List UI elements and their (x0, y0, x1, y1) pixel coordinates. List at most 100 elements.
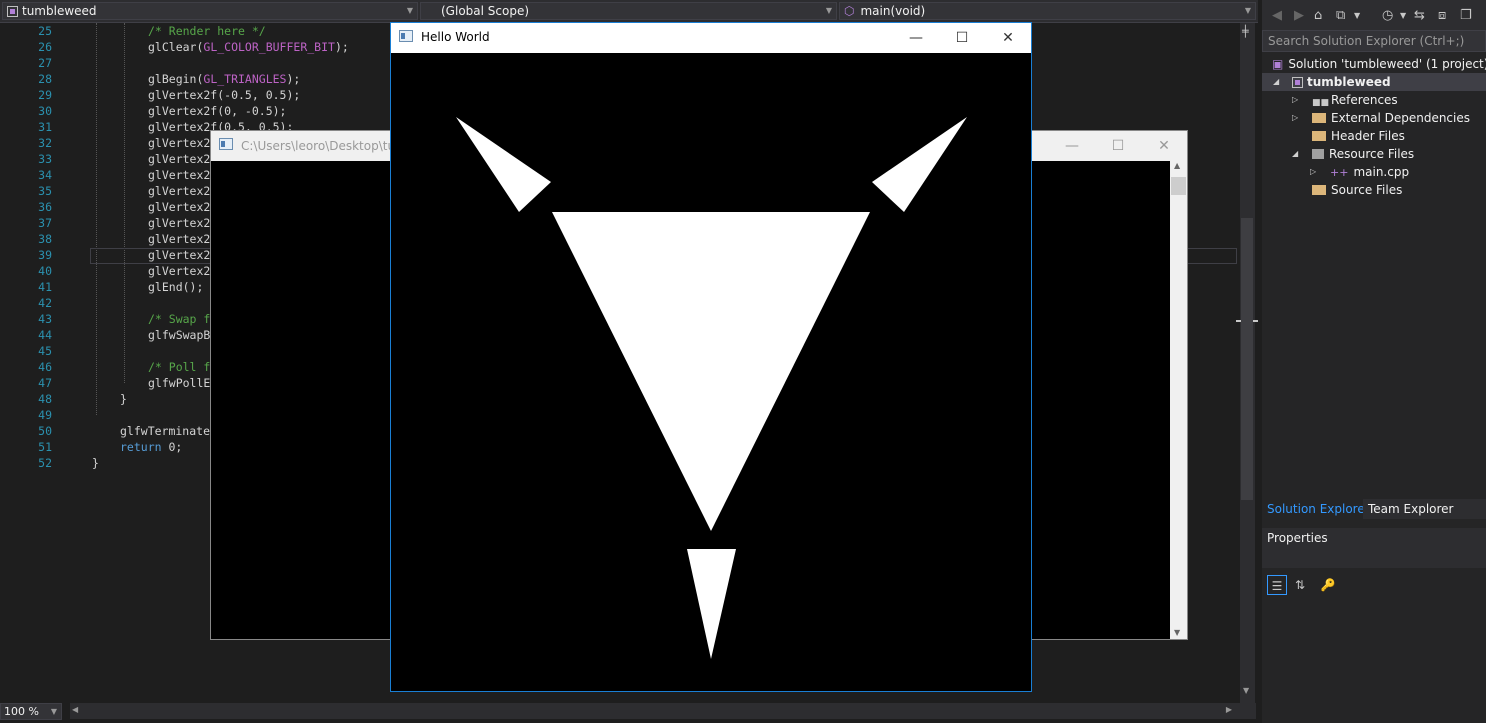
solution-explorer-toolbar: ◀ ▶ ⌂ ⧉ ▼ ◷ ▼ ⇆ ⧈ ❐ (1262, 0, 1486, 30)
tree-project[interactable]: ◢ tumbleweed (1262, 73, 1486, 91)
code-text: /* Poll f (148, 360, 211, 374)
line-number: 41 (38, 280, 52, 294)
close-button[interactable]: ✕ (985, 23, 1031, 53)
code-text: glVertex2 (148, 232, 211, 246)
code-text: return 0; (120, 440, 183, 454)
history-icon[interactable]: ◷ (1382, 8, 1393, 23)
maximize-button[interactable]: ☐ (939, 23, 985, 53)
navigation-bar: tumbleweed ▼ (Global Scope) ▼ ⬡ main(void… (0, 0, 1258, 23)
collapse-all-icon[interactable]: ⧈ (1438, 8, 1446, 23)
home-icon[interactable]: ⌂ (1314, 8, 1322, 23)
chevron-down-icon: ▼ (825, 6, 832, 15)
line-number: 37 (38, 216, 52, 230)
line-number: 51 (38, 440, 52, 454)
project-combo[interactable]: tumbleweed ▼ (2, 2, 418, 20)
cpp-file-icon: ++ (1330, 166, 1349, 179)
close-button[interactable]: ✕ (1141, 131, 1187, 161)
chevron-down-icon: ▼ (50, 707, 57, 716)
code-text: glVertex2 (148, 136, 211, 150)
folder-icon (1312, 131, 1326, 141)
line-number: 44 (38, 328, 52, 342)
console-scroll-thumb[interactable] (1171, 177, 1186, 195)
tree-item-resource-files[interactable]: ◢ Resource Files (1262, 145, 1486, 163)
line-number: 36 (38, 200, 52, 214)
code-text: glVertex2 (148, 264, 211, 278)
chevron-down-icon: ▼ (406, 6, 413, 15)
collapsed-icon[interactable]: ▷ (1292, 91, 1298, 109)
scope-combo[interactable]: (Global Scope) ▼ (420, 2, 837, 20)
forward-icon[interactable]: ▶ (1294, 8, 1304, 23)
property-pages-icon[interactable]: 🔑 (1318, 575, 1338, 595)
tree-item-main-cpp[interactable]: ▷ ++ main.cpp (1262, 163, 1486, 181)
properties-toolbar: ☰ ⇅ 🔑 (1262, 568, 1486, 602)
code-text: glVertex2 (148, 184, 211, 198)
properties-icon[interactable]: ❐ (1460, 8, 1472, 23)
expanded-icon[interactable]: ◢ (1292, 145, 1298, 163)
function-icon: ⬡ (844, 4, 855, 18)
categorized-icon[interactable]: ☰ (1267, 575, 1287, 595)
project-combo-label: tumbleweed (22, 4, 97, 18)
line-number: 27 (38, 56, 52, 70)
alphabetical-icon[interactable]: ⇅ (1290, 575, 1310, 595)
function-combo[interactable]: ⬡ main(void) ▼ (839, 2, 1256, 20)
console-app-icon (219, 138, 233, 150)
zoom-level: 100 % (4, 705, 39, 718)
line-number: 28 (38, 72, 52, 86)
tree-item-label: Resource Files (1329, 147, 1415, 161)
scroll-up-icon[interactable]: ▲ (1174, 161, 1180, 170)
tree-item-references[interactable]: ▷ ■■ References (1262, 91, 1486, 109)
collapsed-icon[interactable]: ▷ (1310, 163, 1316, 181)
tree-item-label: External Dependencies (1331, 111, 1471, 125)
line-number: 46 (38, 360, 52, 374)
chevron-down-icon[interactable]: ▼ (1400, 11, 1406, 20)
minimize-button[interactable]: — (893, 23, 939, 53)
maximize-button[interactable]: ☐ (1095, 131, 1141, 161)
tab-team-explorer[interactable]: Team Explorer (1363, 499, 1486, 519)
tree-item-label: Header Files (1331, 129, 1405, 143)
minimize-button[interactable]: — (1049, 131, 1095, 161)
code-text: glVertex2 (148, 248, 211, 262)
switch-views-icon[interactable]: ⇆ (1414, 8, 1425, 23)
code-text: glVertex2 (148, 216, 211, 230)
solution-search-input[interactable]: Search Solution Explorer (Ctrl+;) (1262, 30, 1486, 52)
editor-scroll-thumb[interactable] (1241, 218, 1253, 500)
chevron-down-icon[interactable]: ▼ (1354, 11, 1360, 20)
folder-icon (1312, 185, 1326, 195)
zoom-combo[interactable]: 100 % ▼ (0, 703, 62, 720)
line-number: 47 (38, 376, 52, 390)
properties-object-selector[interactable] (1262, 548, 1486, 568)
console-scrollbar[interactable]: ▲ ▼ (1170, 161, 1187, 639)
line-number: 50 (38, 424, 52, 438)
project-icon (7, 6, 18, 17)
editor-horizontal-scrollbar[interactable]: ◀ ▶ (70, 703, 1256, 719)
scroll-down-icon[interactable]: ▼ (1243, 686, 1249, 695)
console-title: C:\Users\leoro\Desktop\tum (241, 139, 407, 153)
line-number: 43 (38, 312, 52, 326)
line-number: 39 (38, 248, 52, 262)
scroll-right-icon[interactable]: ▶ (1226, 705, 1232, 714)
collapsed-icon[interactable]: ▷ (1292, 109, 1298, 127)
sync-icon[interactable]: ⧉ (1336, 8, 1345, 23)
hello-title-bar[interactable]: Hello World — ☐ ✕ (391, 23, 1031, 53)
code-text: /* Render here */ (148, 24, 266, 38)
scope-combo-label: (Global Scope) (441, 4, 530, 18)
function-combo-label: main(void) (860, 4, 926, 18)
tree-item-label: main.cpp (1353, 165, 1410, 179)
line-number: 33 (38, 152, 52, 166)
code-text: glVertex2f(0, -0.5); (148, 104, 287, 118)
opengl-canvas (391, 53, 1031, 691)
back-icon[interactable]: ◀ (1272, 8, 1282, 23)
split-icon[interactable]: ╪ (1242, 25, 1249, 38)
code-text: glVertex2 (148, 152, 211, 166)
chevron-down-icon: ▼ (1244, 6, 1251, 15)
right-panel: ◀ ▶ ⌂ ⧉ ▼ ◷ ▼ ⇆ ⧈ ❐ Search Solution Expl… (1262, 0, 1486, 723)
hello-world-window[interactable]: Hello World — ☐ ✕ (390, 22, 1032, 692)
tree-item-header-files[interactable]: Header Files (1262, 127, 1486, 145)
scroll-left-icon[interactable]: ◀ (72, 705, 78, 714)
tree-solution[interactable]: ▣ Solution 'tumbleweed' (1 project) (1272, 55, 1486, 73)
expanded-icon[interactable]: ◢ (1273, 73, 1279, 91)
scroll-down-icon[interactable]: ▼ (1174, 628, 1180, 637)
tree-item-source-files[interactable]: Source Files (1262, 181, 1486, 199)
tree-item-external-dependencies[interactable]: ▷ External Dependencies (1262, 109, 1486, 127)
tab-solution-explorer[interactable]: Solution Explorer (1262, 499, 1375, 519)
